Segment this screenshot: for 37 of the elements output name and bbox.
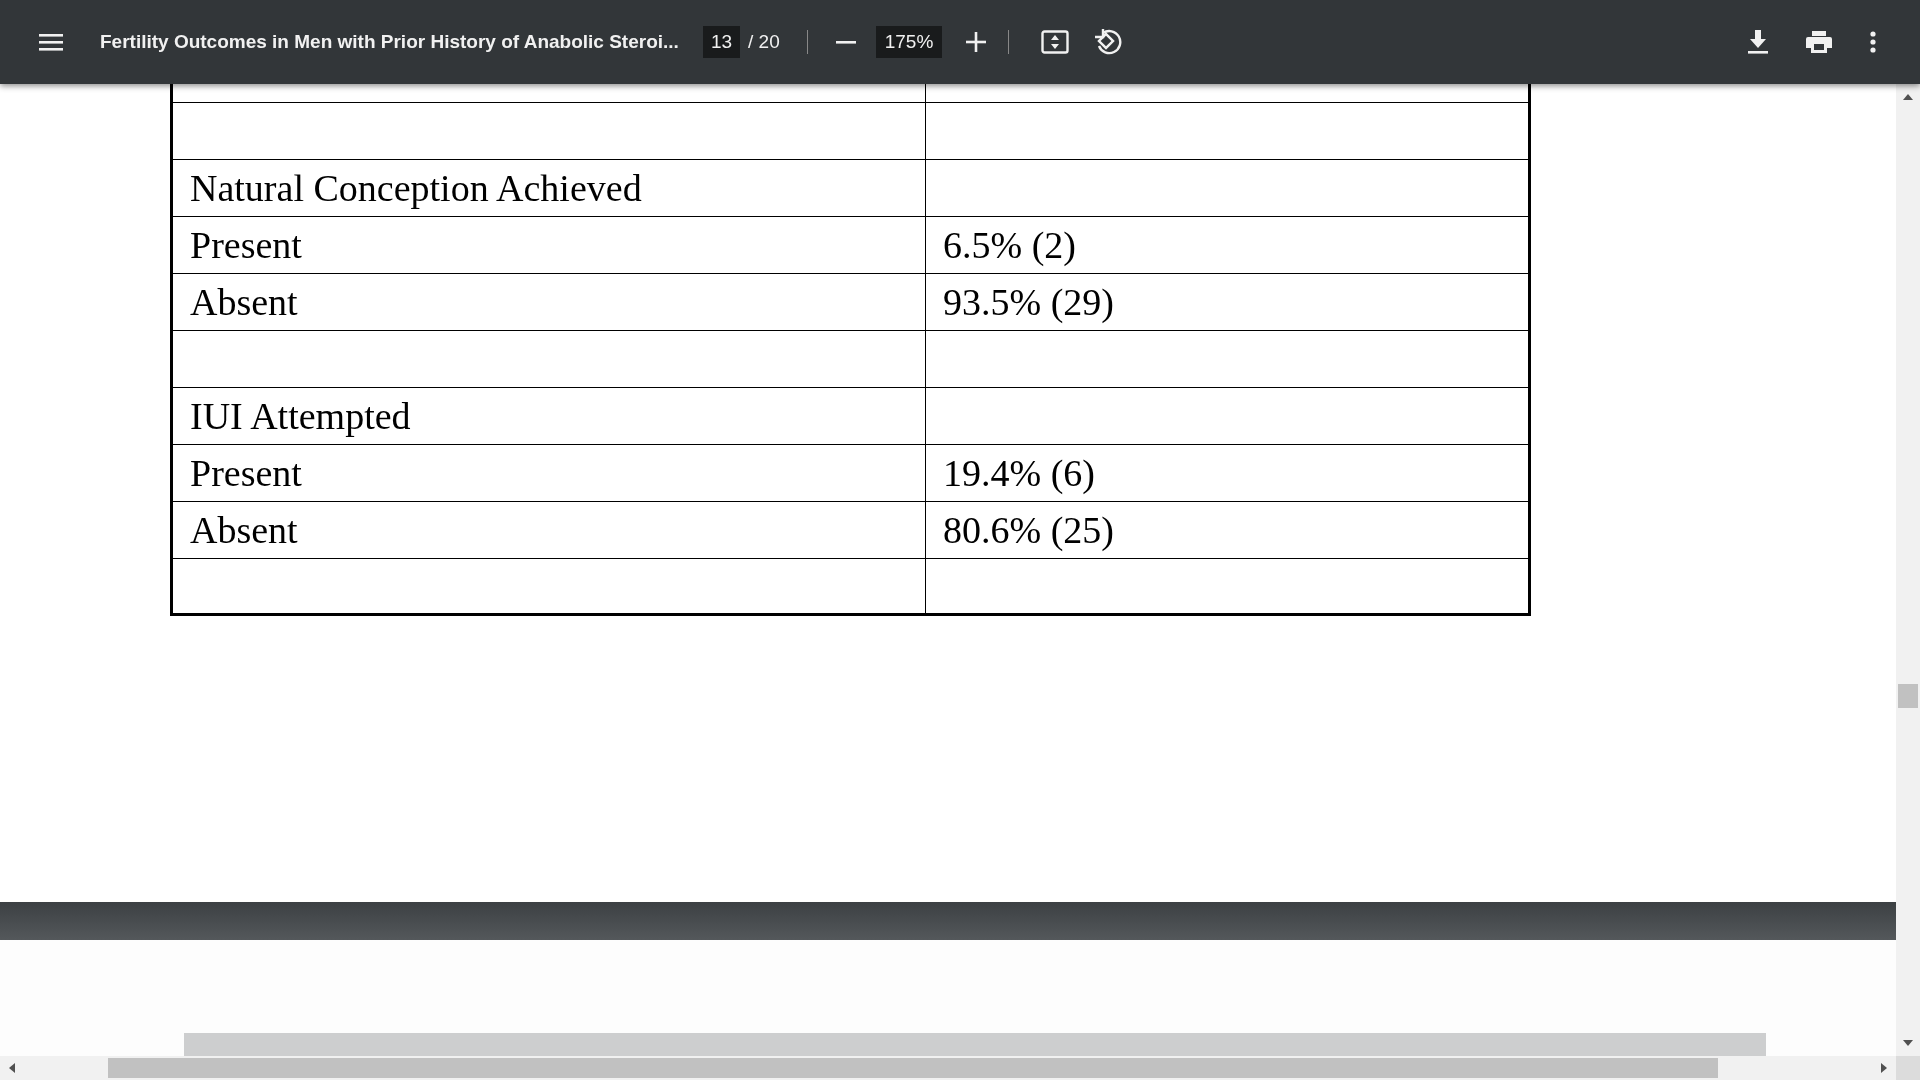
scroll-up-icon[interactable] <box>1903 94 1913 100</box>
table-cell: Present <box>173 217 926 274</box>
document-title: Fertility Outcomes in Men with Prior History of Anabolic Steroi... <box>100 29 679 54</box>
table-cell: Absent <box>173 274 926 331</box>
vertical-scrollbar[interactable] <box>1896 84 1920 1056</box>
download-button[interactable] <box>1748 30 1768 54</box>
fit-page-button[interactable] <box>1041 30 1070 54</box>
rotate-button[interactable] <box>1094 28 1123 56</box>
plus-icon <box>966 32 987 52</box>
download-icon <box>1748 30 1768 54</box>
scroll-down-icon[interactable] <box>1903 1040 1913 1046</box>
scroll-thumb[interactable] <box>108 1058 1718 1078</box>
zoom-in-button[interactable] <box>964 30 989 54</box>
scroll-left-icon[interactable] <box>9 1063 15 1073</box>
table-heading-cell: Natural Conception Achieved <box>173 160 926 217</box>
rotate-icon <box>1094 28 1123 56</box>
print-icon <box>1806 31 1832 53</box>
table-heading-cell: IUI Attempted <box>173 388 926 445</box>
menu-icon <box>39 32 63 52</box>
scroll-thumb[interactable] <box>1898 684 1918 708</box>
page-total: / 20 <box>748 31 780 53</box>
horizontal-scrollbar[interactable] <box>0 1056 1896 1080</box>
table-cell: 93.5% (29) <box>926 274 1528 331</box>
more-icon <box>1870 31 1876 53</box>
print-button[interactable] <box>1806 31 1832 53</box>
more-options-button[interactable] <box>1870 31 1876 53</box>
scroll-right-icon[interactable] <box>1881 1063 1887 1073</box>
fit-page-icon <box>1041 30 1070 54</box>
minus-icon <box>835 40 856 44</box>
table-cell: 6.5% (2) <box>926 217 1528 274</box>
table-cell: Absent <box>173 502 926 559</box>
table-cell: 80.6% (25) <box>926 502 1528 559</box>
page-number-field[interactable]: 13 <box>702 26 740 58</box>
scrollbar-corner <box>1896 1056 1920 1080</box>
zoom-field[interactable]: 175% <box>875 26 943 58</box>
table-cell: 19.4% (6) <box>926 445 1528 502</box>
table-cell: Present <box>173 445 926 502</box>
